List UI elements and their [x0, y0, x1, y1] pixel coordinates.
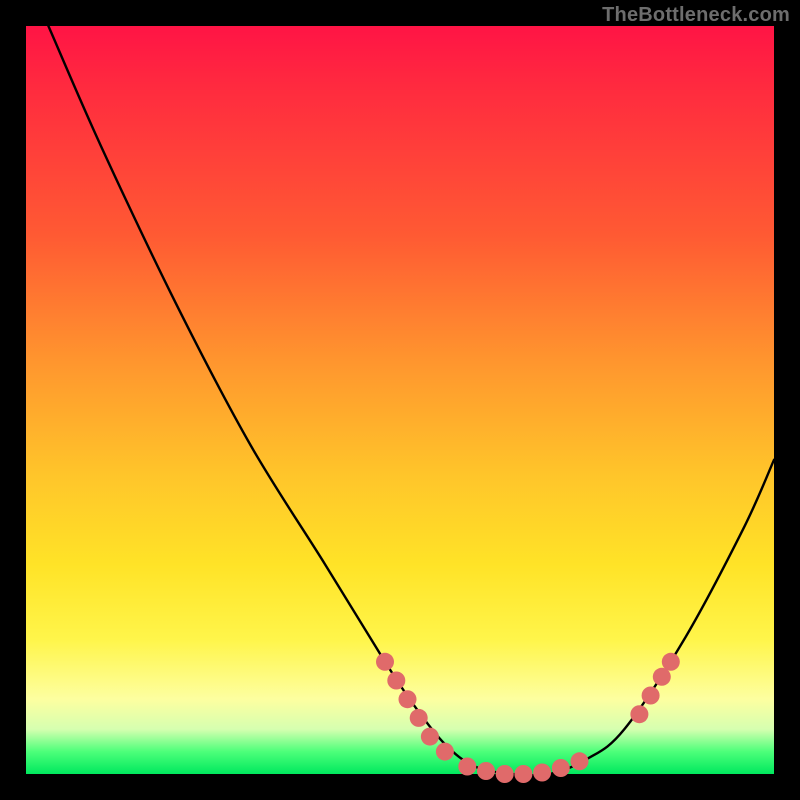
marker-dot — [571, 752, 589, 770]
marker-dot — [387, 672, 405, 690]
marker-dot — [662, 653, 680, 671]
plot-area — [26, 26, 774, 774]
marker-dot — [458, 758, 476, 776]
marker-dot — [477, 762, 495, 780]
marker-dot — [653, 668, 671, 686]
marker-dot — [399, 690, 417, 708]
watermark-text: TheBottleneck.com — [602, 4, 790, 27]
marker-dot — [436, 743, 454, 761]
marker-dot — [642, 687, 660, 705]
marker-dot — [552, 759, 570, 777]
marker-dot — [533, 764, 551, 782]
marker-dot — [514, 765, 532, 783]
marker-dot — [496, 765, 514, 783]
marker-dot — [421, 728, 439, 746]
marker-group — [376, 653, 680, 783]
marker-dot — [410, 709, 428, 727]
chart-frame: TheBottleneck.com — [0, 0, 800, 800]
curve-layer — [26, 26, 774, 774]
marker-dot — [376, 653, 394, 671]
marker-dot — [630, 705, 648, 723]
